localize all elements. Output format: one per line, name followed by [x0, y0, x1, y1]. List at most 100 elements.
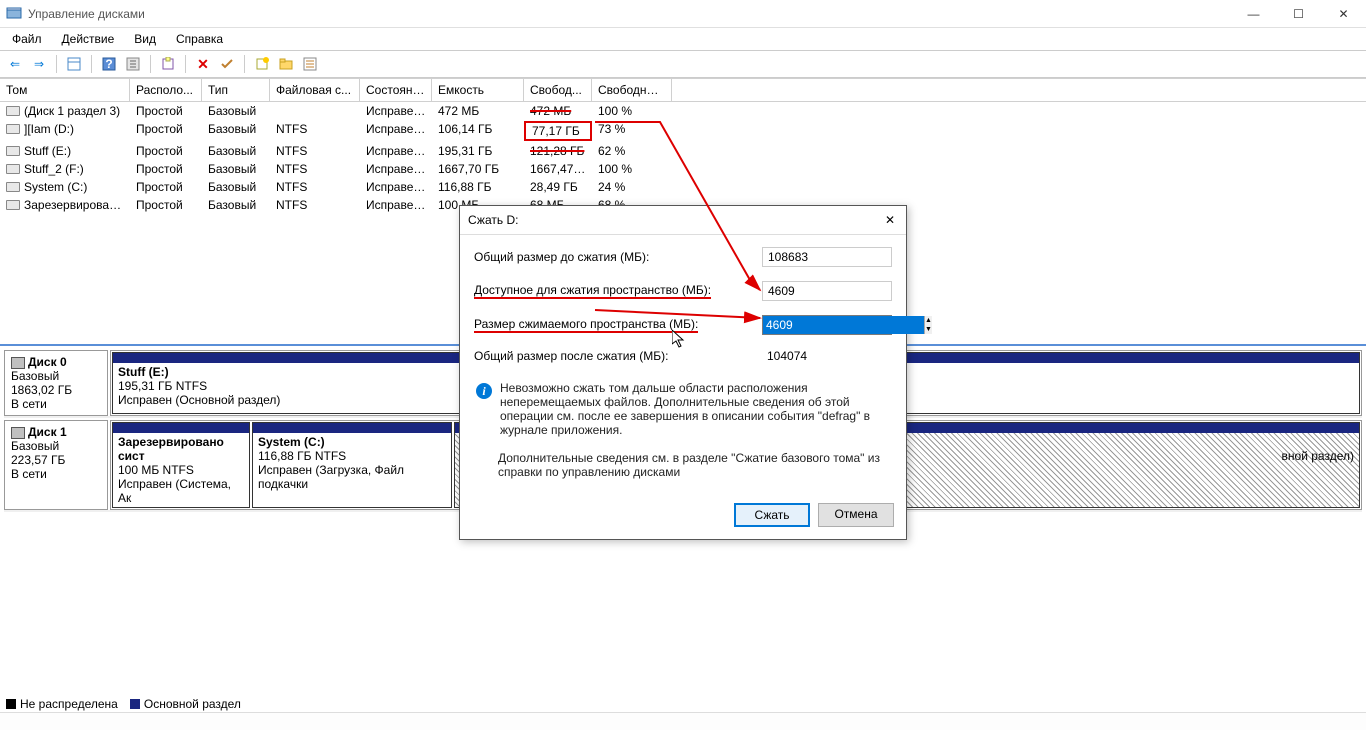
close-button[interactable]: ✕ [1321, 0, 1366, 28]
total-after-label: Общий размер после сжатия (МБ): [474, 349, 762, 363]
cell: Простой [130, 179, 202, 195]
partition-info: вной раздел) [1282, 449, 1354, 463]
cell: (Диск 1 раздел 3) [0, 103, 130, 119]
toolbar-views-button[interactable] [63, 53, 85, 75]
dialog-info-text-2: Дополнительные сведения см. в разделе "С… [498, 451, 890, 479]
total-before-label: Общий размер до сжатия (МБ): [474, 250, 762, 264]
partition-info: 195,31 ГБ NTFS [118, 379, 207, 393]
menu-view[interactable]: Вид [130, 30, 160, 48]
shrink-dialog: Сжать D: ✕ Общий размер до сжатия (МБ): … [459, 205, 907, 540]
disk-header[interactable]: Диск 0 Базовый 1863,02 ГБ В сети [4, 350, 108, 416]
maximize-button[interactable]: ☐ [1276, 0, 1321, 28]
disk-type: Базовый [11, 439, 101, 453]
col-filesystem[interactable]: Файловая с... [270, 79, 360, 101]
cell: 472 МБ [524, 103, 592, 119]
cell: 24 % [592, 179, 672, 195]
table-row[interactable]: System (C:)ПростойБазовыйNTFSИсправен...… [0, 178, 1366, 196]
cell: Базовый [202, 161, 270, 177]
col-capacity[interactable]: Емкость [432, 79, 524, 101]
toolbar-list-button[interactable] [299, 53, 321, 75]
col-volume[interactable]: Том [0, 79, 130, 101]
partition-name: System (C:) [258, 435, 325, 449]
cell: Зарезервировано... [0, 197, 130, 213]
cell: Базовый [202, 121, 270, 141]
cell: Исправен... [360, 143, 432, 159]
svg-text:?: ? [105, 57, 112, 71]
col-status[interactable]: Состояние [360, 79, 432, 101]
x-icon: ✕ [197, 56, 209, 73]
disk-status: В сети [11, 467, 101, 481]
window-title: Управление дисками [28, 7, 145, 21]
disk-header[interactable]: Диск 1 Базовый 223,57 ГБ В сети [4, 420, 108, 510]
cell: Stuff_2 (F:) [0, 161, 130, 177]
cell: 116,88 ГБ [432, 179, 524, 195]
disk-icon [11, 357, 25, 369]
cell: Простой [130, 143, 202, 159]
dialog-close-button[interactable]: ✕ [882, 212, 898, 228]
menubar: Файл Действие Вид Справка [0, 28, 1366, 50]
col-freepct[interactable]: Свободно % [592, 79, 672, 101]
cell: Исправен... [360, 197, 432, 213]
volume-table: (Диск 1 раздел 3)ПростойБазовыйИсправен.… [0, 102, 1366, 214]
partition[interactable]: Зарезервировано сист 100 МБ NTFS Исправе… [112, 422, 250, 508]
toolbar-help-button[interactable]: ? [98, 53, 120, 75]
table-row[interactable]: ][Iam (D:)ПростойБазовыйNTFSИсправен...1… [0, 120, 1366, 142]
cell: 1667,47 ... [524, 161, 592, 177]
cell: Базовый [202, 179, 270, 195]
toolbar-forward-button[interactable]: ⇒ [28, 53, 50, 75]
menu-help[interactable]: Справка [172, 30, 227, 48]
app-icon [6, 6, 22, 22]
toolbar-properties-button[interactable] [122, 53, 144, 75]
volume-table-header: Том Располо... Тип Файловая с... Состоян… [0, 78, 1366, 102]
cell: Исправен... [360, 103, 432, 119]
spin-down-button[interactable]: ▼ [925, 325, 932, 334]
spin-up-button[interactable]: ▲ [925, 316, 932, 325]
toolbar-delete-button[interactable]: ✕ [192, 53, 214, 75]
shrink-ok-button[interactable]: Сжать [734, 503, 810, 527]
partition[interactable]: System (C:) 116,88 ГБ NTFS Исправен (Заг… [252, 422, 452, 508]
disk-size: 1863,02 ГБ [11, 383, 101, 397]
cell: NTFS [270, 143, 360, 159]
shrink-amount-input[interactable] [763, 316, 924, 334]
toolbar-folder-button[interactable] [275, 53, 297, 75]
partition-info: 100 МБ NTFS [118, 463, 194, 477]
menu-action[interactable]: Действие [58, 30, 119, 48]
col-type[interactable]: Тип [202, 79, 270, 101]
minimize-button[interactable]: — [1231, 0, 1276, 28]
cell: System (C:) [0, 179, 130, 195]
arrow-right-icon: ⇒ [34, 57, 44, 71]
total-after-value: 104074 [762, 349, 892, 363]
cell: 73 % [592, 121, 672, 141]
cell: Базовый [202, 103, 270, 119]
toolbar-explorer-button[interactable] [157, 53, 179, 75]
shrink-cancel-button[interactable]: Отмена [818, 503, 894, 527]
disk-type: Базовый [11, 369, 101, 383]
table-row[interactable]: Stuff (E:)ПростойБазовыйNTFSИсправен...1… [0, 142, 1366, 160]
cell: Базовый [202, 143, 270, 159]
col-free[interactable]: Свобод... [524, 79, 592, 101]
disk-title: Диск 1 [28, 425, 67, 439]
cell: Исправен... [360, 121, 432, 141]
legend: Не распределена Основной раздел [6, 697, 241, 711]
cell: 62 % [592, 143, 672, 159]
legend-primary-label: Основной раздел [144, 697, 241, 711]
dialog-title: Сжать D: [468, 213, 882, 227]
cell: Простой [130, 121, 202, 141]
cell: Простой [130, 103, 202, 119]
cell: 100 % [592, 161, 672, 177]
cell: Базовый [202, 197, 270, 213]
toolbar-new-button[interactable] [251, 53, 273, 75]
cell: 100 % [592, 103, 672, 119]
cell: 1667,70 ГБ [432, 161, 524, 177]
toolbar-check-button[interactable] [216, 53, 238, 75]
titlebar: Управление дисками — ☐ ✕ [0, 0, 1366, 28]
statusbar [0, 712, 1366, 730]
table-row[interactable]: Stuff_2 (F:)ПростойБазовыйNTFSИсправен..… [0, 160, 1366, 178]
col-layout[interactable]: Располо... [130, 79, 202, 101]
legend-unallocated-swatch [6, 699, 16, 709]
disk-icon [11, 427, 25, 439]
cell: NTFS [270, 161, 360, 177]
table-row[interactable]: (Диск 1 раздел 3)ПростойБазовый Исправен.… [0, 102, 1366, 120]
menu-file[interactable]: Файл [8, 30, 46, 48]
toolbar-back-button[interactable]: ⇐ [4, 53, 26, 75]
